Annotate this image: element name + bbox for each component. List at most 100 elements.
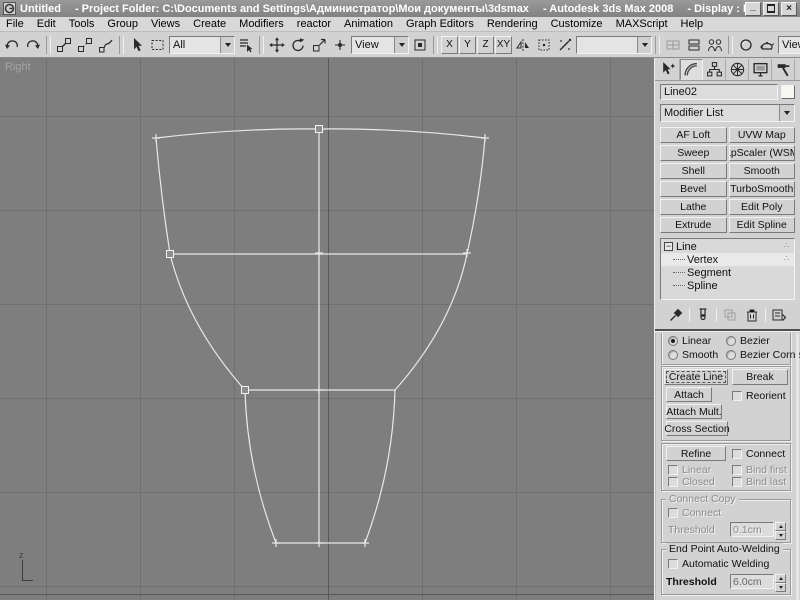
select-by-name-icon[interactable] [236, 35, 256, 55]
render-type-dropdown[interactable]: View [778, 35, 800, 54]
object-color-swatch[interactable] [781, 85, 795, 99]
menu-group[interactable]: Group [107, 18, 138, 30]
auto-weld-threshold-spinner[interactable] [775, 574, 786, 592]
edit-named-selections-icon[interactable] [663, 35, 683, 55]
radio-bezier-corner[interactable]: Bezier Corner [726, 349, 800, 361]
menu-maxscript[interactable]: MAXScript [616, 18, 668, 30]
modifier-button-edit-spline[interactable]: Edit Spline [728, 217, 795, 233]
tab-modify[interactable] [680, 59, 703, 80]
select-and-scale-icon[interactable] [309, 35, 329, 55]
restrict-xy-plane-button[interactable]: XY [495, 35, 512, 54]
modifier-button-smooth[interactable]: Smooth [728, 163, 795, 179]
reorient-checkbox[interactable]: Reorient [732, 390, 786, 402]
stack-row-dots: ∴ [783, 241, 790, 250]
reference-coordinate-dropdown[interactable]: View [351, 35, 409, 54]
modifier-button-extrude[interactable]: Extrude [660, 217, 727, 233]
radio-smooth[interactable]: Smooth [668, 349, 718, 361]
select-object-icon[interactable] [127, 35, 147, 55]
rollout-scrollbar[interactable] [796, 333, 799, 600]
undo-icon[interactable] [2, 35, 22, 55]
modifier-button-bevel[interactable]: Bevel [660, 181, 727, 197]
break-button[interactable]: Break [732, 369, 788, 385]
object-name-field[interactable]: Line02 [660, 84, 778, 100]
tab-utilities[interactable] [772, 59, 795, 80]
mirror-icon[interactable] [513, 35, 533, 55]
selection-region-icon[interactable] [148, 35, 168, 55]
use-pivot-point-center-icon[interactable] [410, 35, 430, 55]
restore-button[interactable] [763, 1, 779, 16]
restrict-z-button[interactable]: Z [477, 35, 494, 54]
radio-bezier[interactable]: Bezier [726, 335, 770, 347]
unlink-selection-icon[interactable] [75, 35, 95, 55]
create-line-button[interactable]: Create Line [664, 369, 728, 385]
menu-help[interactable]: Help [681, 18, 704, 30]
tab-create[interactable] [657, 59, 680, 80]
menu-rendering[interactable]: Rendering [487, 18, 538, 30]
bind-to-space-warp-icon[interactable] [96, 35, 116, 55]
refine-button[interactable]: Refine [666, 446, 726, 461]
automatic-welding-checkbox[interactable]: Automatic Welding [668, 558, 769, 570]
menu-create[interactable]: Create [193, 18, 226, 30]
material-editor-icon[interactable] [736, 35, 756, 55]
remove-modifier-icon[interactable] [743, 306, 761, 324]
close-button[interactable]: × [781, 1, 797, 16]
menu-file[interactable]: File [6, 18, 24, 30]
show-end-result-icon[interactable] [694, 306, 712, 324]
tab-hierarchy[interactable] [703, 59, 726, 80]
minimize-button[interactable]: _ [745, 1, 761, 16]
menu-animation[interactable]: Animation [344, 18, 393, 30]
attach-button[interactable]: Attach [666, 387, 712, 402]
restrict-y-button[interactable]: Y [459, 35, 476, 54]
modifier-button-uvw-map[interactable]: UVW Map [728, 127, 795, 143]
snap-toggle-icon[interactable] [534, 35, 554, 55]
menu-edit[interactable]: Edit [37, 18, 56, 30]
modifier-button-mapscaler[interactable]: apScaler (WSM [728, 145, 795, 161]
select-and-manipulate-icon[interactable] [330, 35, 350, 55]
modifier-list-dropdown[interactable]: Modifier List [660, 104, 795, 122]
modifier-button-af-loft[interactable]: AF Loft [660, 127, 727, 143]
schematic-view-icon[interactable] [705, 35, 725, 55]
modifier-button-sweep[interactable]: Sweep [660, 145, 727, 161]
auto-weld-threshold-field[interactable]: 6.0cm [730, 574, 774, 589]
menu-customize[interactable]: Customize [551, 18, 603, 30]
restrict-x-button[interactable]: X [441, 35, 458, 54]
spline-shape[interactable] [0, 58, 654, 600]
select-and-rotate-icon[interactable] [288, 35, 308, 55]
menu-views[interactable]: Views [151, 18, 180, 30]
configure-modifier-sets-icon[interactable] [770, 306, 788, 324]
menu-modifiers[interactable]: Modifiers [239, 18, 284, 30]
stack-row-segment[interactable]: Segment [661, 266, 794, 279]
command-panel-tabs [655, 58, 800, 81]
modifier-button-lathe[interactable]: Lathe [660, 199, 727, 215]
cross-section-button[interactable]: Cross Section [664, 421, 730, 436]
tab-display[interactable] [749, 59, 772, 80]
render-setup-icon[interactable] [757, 35, 777, 55]
stack-row-vertex[interactable]: Vertex ∴ [661, 253, 794, 266]
stack-row-spline[interactable]: Spline [661, 279, 794, 292]
radio-linear[interactable]: Linear [668, 335, 711, 347]
main-toolbar: All View X Y Z XY View [0, 32, 800, 58]
spinner-snap-icon[interactable] [555, 35, 575, 55]
menu-bar: File Edit Tools Group Views Create Modif… [0, 17, 800, 32]
layer-manager-icon[interactable] [684, 35, 704, 55]
menu-graph-editors[interactable]: Graph Editors [406, 18, 474, 30]
redo-icon[interactable] [23, 35, 43, 55]
tab-motion[interactable] [726, 59, 749, 80]
pin-stack-icon[interactable] [667, 306, 685, 324]
collapse-icon[interactable]: − [664, 242, 673, 251]
connect-checkbox[interactable]: Connect [732, 448, 785, 460]
menu-tools[interactable]: Tools [69, 18, 95, 30]
named-selection-sets-dropdown[interactable] [576, 35, 652, 54]
modifier-button-shell[interactable]: Shell [660, 163, 727, 179]
make-unique-icon[interactable] [721, 306, 739, 324]
select-and-move-icon[interactable] [267, 35, 287, 55]
modifier-button-turbosmooth[interactable]: TurboSmooth [728, 181, 795, 197]
viewport-label[interactable]: Right [5, 61, 31, 73]
viewport-right[interactable]: Right z [0, 58, 654, 600]
select-and-link-icon[interactable] [54, 35, 74, 55]
stack-row-line[interactable]: − Line ∴ [661, 240, 794, 253]
attach-mult-button[interactable]: Attach Mult. [666, 404, 722, 419]
menu-reactor[interactable]: reactor [297, 18, 331, 30]
modifier-button-edit-poly[interactable]: Edit Poly [728, 199, 795, 215]
selection-filter-dropdown[interactable]: All [169, 35, 235, 54]
